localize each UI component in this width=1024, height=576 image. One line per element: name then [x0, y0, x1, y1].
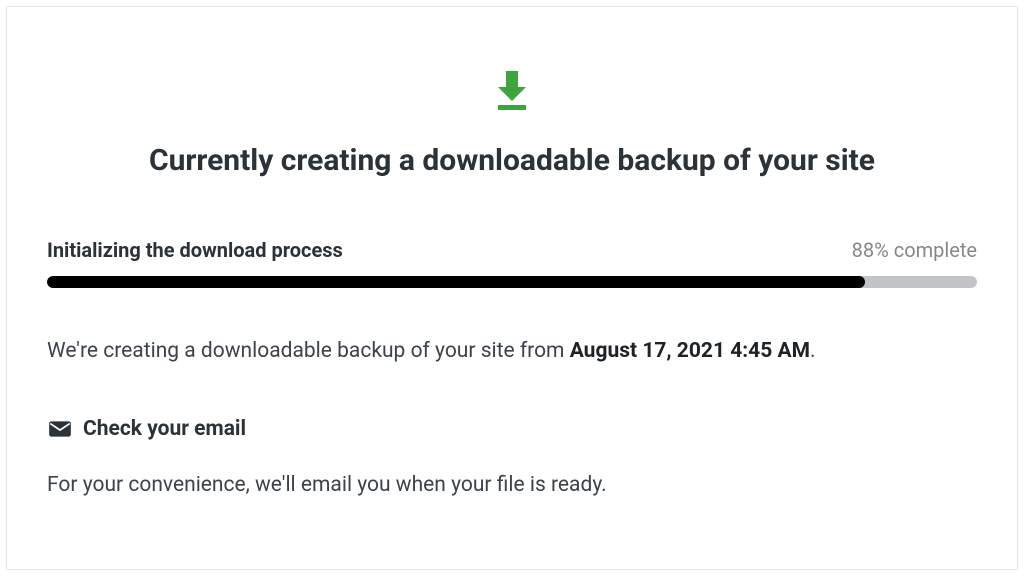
backup-description: We're creating a downloadable backup of …: [47, 336, 977, 368]
progress-percent-text: 88% complete: [852, 238, 977, 262]
mail-icon: [47, 416, 73, 442]
page-title: Currently creating a downloadable backup…: [47, 143, 977, 178]
download-icon: [488, 67, 536, 115]
desc-timestamp: August 17, 2021 4:45 AM: [570, 339, 810, 363]
desc-suffix: .: [810, 339, 816, 363]
progress-bar-fill: [47, 276, 865, 288]
progress-bar: [47, 276, 977, 288]
desc-prefix: We're creating a downloadable backup of …: [47, 339, 570, 363]
check-email-row: Check your email: [47, 416, 977, 442]
download-icon-wrap: [47, 67, 977, 115]
progress-status-label: Initializing the download process: [47, 238, 343, 262]
email-note: For your convenience, we'll email you wh…: [47, 470, 977, 502]
check-email-heading: Check your email: [83, 417, 246, 441]
progress-header: Initializing the download process 88% co…: [47, 238, 977, 262]
backup-progress-card: Currently creating a downloadable backup…: [6, 6, 1018, 570]
